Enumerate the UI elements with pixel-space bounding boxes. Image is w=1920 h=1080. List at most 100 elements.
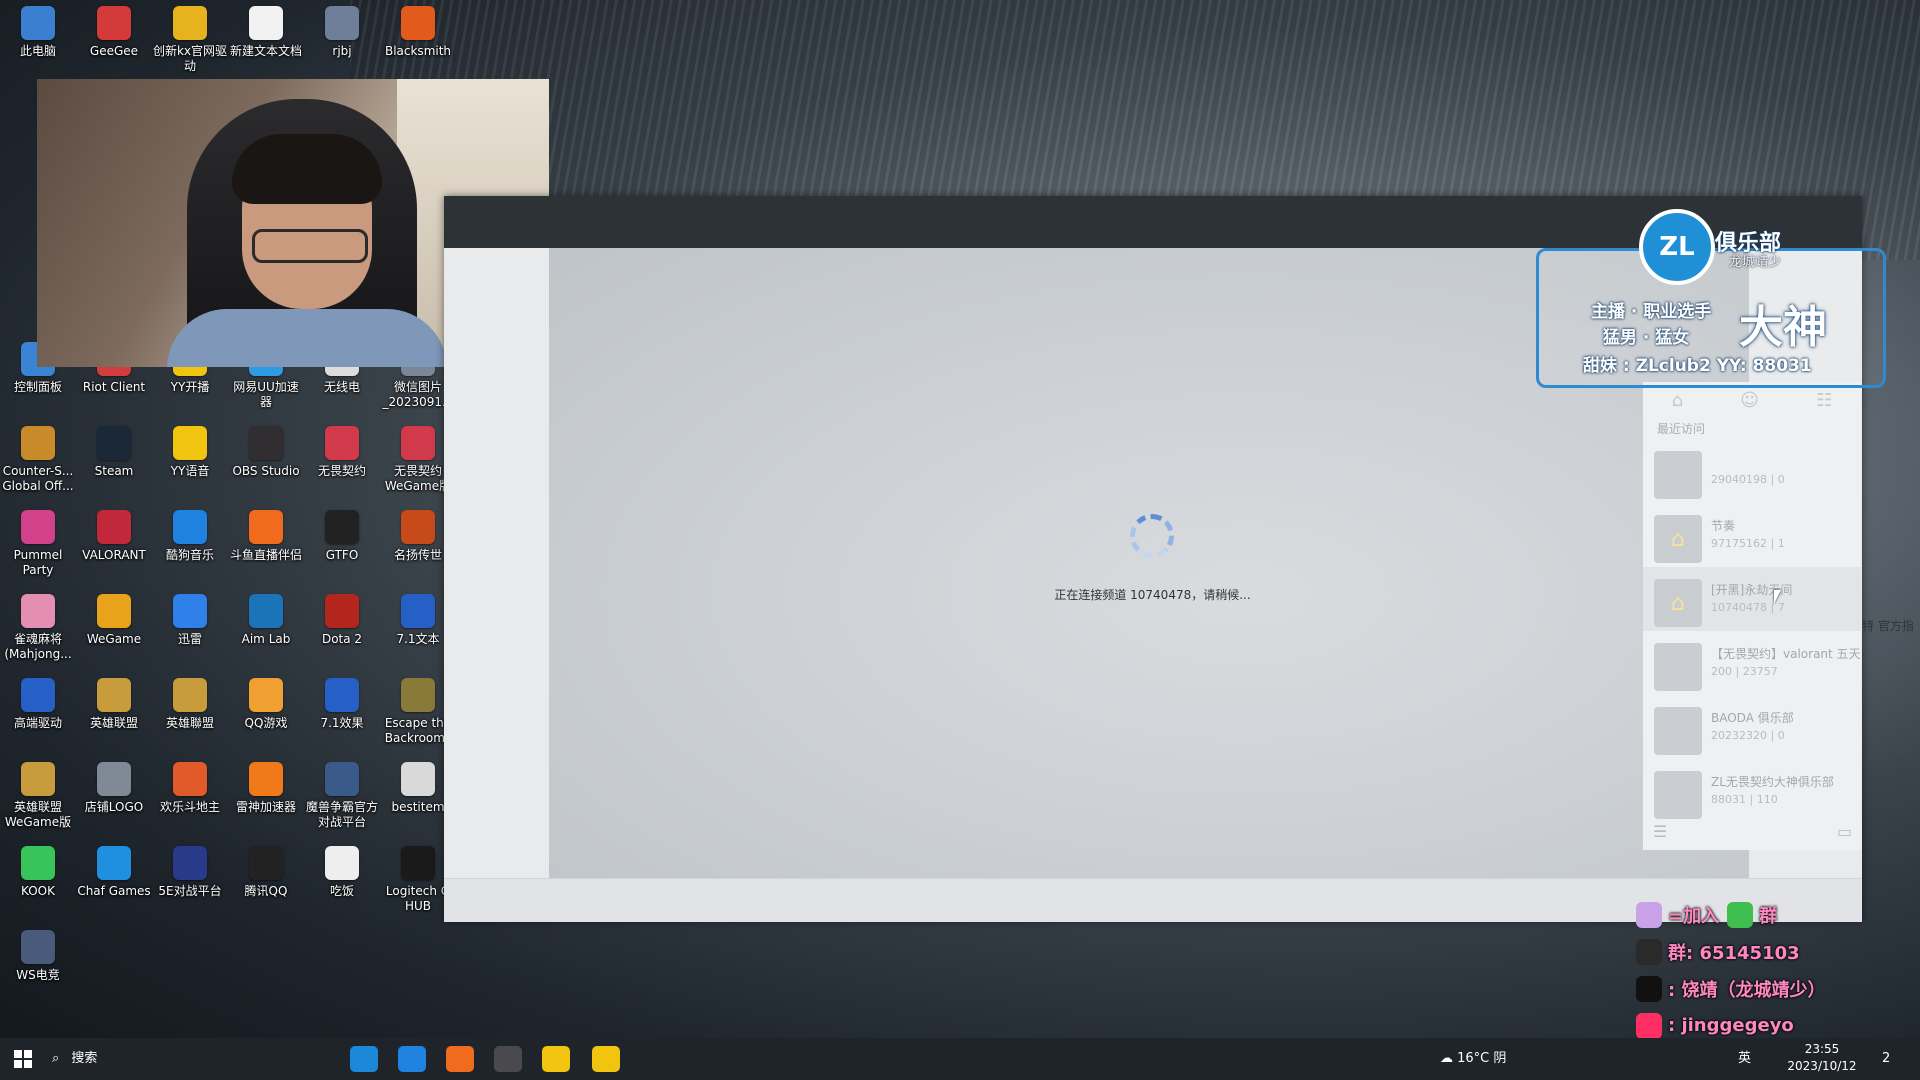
avatar-icon [1654, 451, 1702, 499]
desktop-icon-label: 英雄联盟 WeGame版 [4, 800, 72, 829]
edge-taskbar-icon[interactable] [350, 1046, 378, 1072]
desktop-icon[interactable]: 店铺LOGO [76, 762, 152, 815]
menu-icon[interactable]: ☰ [1653, 822, 1667, 841]
app-icon [249, 510, 283, 544]
douyin-line: : 饶靖（龙城靖少） [1636, 970, 1825, 1007]
webcam-glasses [252, 229, 368, 263]
app-icon [173, 678, 207, 712]
desktop-icon[interactable]: Chaf Games [76, 846, 152, 899]
app-icon [401, 6, 435, 40]
desktop-icon[interactable]: GTFO [304, 510, 380, 563]
douyu-taskbar-icon[interactable] [446, 1046, 474, 1072]
desktop-icon[interactable]: WS电竞 [0, 930, 76, 983]
video-icon[interactable]: ▭ [1837, 822, 1852, 841]
desktop-icon[interactable]: 雀魂麻将(Mahjong... [0, 594, 76, 662]
app-icon [401, 594, 435, 628]
desktop-icon[interactable]: 无畏契约 [304, 426, 380, 479]
desktop-icon[interactable]: OBS Studio [228, 426, 304, 479]
desktop-icon[interactable]: 欢乐斗地主 [152, 762, 228, 815]
taskbar-search[interactable]: ⌕ 搜索 [52, 1046, 332, 1072]
desktop-icon[interactable]: Blacksmith [380, 6, 456, 59]
desktop-icon[interactable]: 英雄联盟 [76, 678, 152, 731]
desktop-icon[interactable]: Aim Lab [228, 594, 304, 647]
yy-taskbar-icon[interactable] [592, 1046, 620, 1072]
logo-icon [1654, 771, 1702, 819]
desktop-icon[interactable]: WeGame [76, 594, 152, 647]
desktop-icon-label: WS电竞 [16, 968, 60, 982]
channel-name: 节奏 [1711, 519, 1736, 533]
desktop-icon[interactable]: 腾讯QQ [228, 846, 304, 899]
desktop-icon-label: 迅雷 [177, 632, 202, 646]
desktop-icon-label: GTFO [325, 548, 359, 562]
app-icon [21, 594, 55, 628]
desktop-icon[interactable]: 迅雷 [152, 594, 228, 647]
desktop-icon-label: Pummel Party [13, 548, 63, 577]
desktop-icon-label: Blacksmith [384, 44, 452, 58]
desktop-icon[interactable]: Pummel Party [0, 510, 76, 578]
desktop-icon[interactable]: KOOK [0, 846, 76, 899]
desktop-icon-label: Steam [94, 464, 134, 478]
desktop-icon[interactable]: rjbj [304, 6, 380, 59]
desktop-icon[interactable]: 7.1效果 [304, 678, 380, 731]
desktop-icon[interactable]: QQ游戏 [228, 678, 304, 731]
weather-widget[interactable]: ☁ 16°C 阴 [1440, 1038, 1506, 1080]
desktop-icon-label: 欢乐斗地主 [159, 800, 220, 814]
desktop-icon[interactable]: VALORANT [76, 510, 152, 563]
club-line-3: 甜妹 : ZLclub2 YY: 88031 [1583, 356, 1812, 376]
qq-music-taskbar-icon[interactable] [542, 1046, 570, 1072]
app-icon [173, 6, 207, 40]
taskbar: ⌕ 搜索 ☁ 16°C 阴 英 23:55 2023/10/12 2 [0, 1038, 1920, 1080]
channel-meta: 97175162 | 1 [1711, 537, 1785, 550]
desktop-icon-label: YY开播 [170, 380, 210, 394]
desktop-icon[interactable]: 高端驱动 [0, 678, 76, 731]
start-button[interactable] [14, 1050, 32, 1068]
notification-center[interactable]: 2 [1882, 1038, 1890, 1080]
desktop-icon-label: 酷狗音乐 [165, 548, 214, 562]
taskbar-clock[interactable]: 23:55 2023/10/12 [1782, 1041, 1862, 1075]
group-icon[interactable]: ☷ [1816, 390, 1832, 411]
recent-channel-item[interactable]: ZL无畏契约大神俱乐部 88031 | 110 [1643, 759, 1861, 823]
desktop-icon[interactable]: 雷神加速器 [228, 762, 304, 815]
desktop-icon[interactable]: 创新kx官网驱动 [152, 6, 228, 74]
desktop-icon[interactable]: 英雄聯盟 [152, 678, 228, 731]
desktop-icon-label: VALORANT [82, 548, 146, 562]
home-icon[interactable]: ⌂ [1672, 390, 1683, 411]
recent-channel-item[interactable]: ⌂ [开黑]永劫无间 10740478 | 7 [1643, 567, 1861, 631]
search-icon: ⌕ [52, 1051, 60, 1066]
desktop-icon-label: 网易UU加速器 [233, 380, 299, 409]
desktop-icon[interactable]: 此电脑 [0, 6, 76, 59]
webcam-hair [232, 134, 382, 204]
user-icon[interactable]: ☺ [1740, 390, 1759, 411]
desktop-icon[interactable]: 5E对战平台 [152, 846, 228, 899]
desktop-icon[interactable]: 英雄联盟 WeGame版 [0, 762, 76, 830]
obs-taskbar-icon[interactable] [494, 1046, 522, 1072]
desktop-icon-label: 无线电 [323, 380, 360, 394]
desktop-icon[interactable]: GeeGee [76, 6, 152, 59]
desktop-icon[interactable]: 吃饭 [304, 846, 380, 899]
cloud-icon: ☁ [1440, 1051, 1453, 1066]
kugou-taskbar-icon[interactable] [398, 1046, 426, 1072]
webcam-shirt [167, 309, 447, 367]
recent-channel-item[interactable]: ⌂ 节奏 97175162 | 1 [1643, 503, 1861, 567]
desktop-icon[interactable]: Counter-S... Global Off... [0, 426, 76, 494]
channel-meta: 29040198 | 0 [1711, 473, 1785, 486]
desktop-icon[interactable]: 酷狗音乐 [152, 510, 228, 563]
app-icon [97, 678, 131, 712]
recent-channel-item[interactable]: BAODA 俱乐部 20232320 | 0 [1643, 695, 1861, 759]
ime-indicator[interactable]: 英 [1738, 1038, 1751, 1080]
desktop-icon[interactable]: 新建文本文档 [228, 6, 304, 59]
desktop-icon[interactable]: Steam [76, 426, 152, 479]
app-icon [249, 594, 283, 628]
recent-channels-panel: ⌂ ☺ ☷ 最近访问 29040198 | 0 ⌂ 节奏 97175162 | 1 ⌂[… [1643, 382, 1861, 850]
recent-channel-item[interactable]: 【无畏契约】valorant 五天 200 | 23757 [1643, 631, 1861, 695]
desktop-icon[interactable]: 斗鱼直播伴侣 [228, 510, 304, 563]
desktop-icon[interactable]: YY语音 [152, 426, 228, 479]
desktop-icon[interactable]: Dota 2 [304, 594, 380, 647]
house-icon: ⌂ [1654, 515, 1702, 563]
desktop-icon[interactable]: 魔兽争霸官方对战平台 [304, 762, 380, 830]
recent-channel-item[interactable]: 29040198 | 0 [1643, 439, 1861, 503]
app-icon [325, 594, 359, 628]
desktop-icon-label: OBS Studio [232, 464, 300, 478]
desktop-icon-label: WeGame [86, 632, 142, 646]
channel-name: 【无畏契约】valorant 五天 [1711, 647, 1861, 661]
